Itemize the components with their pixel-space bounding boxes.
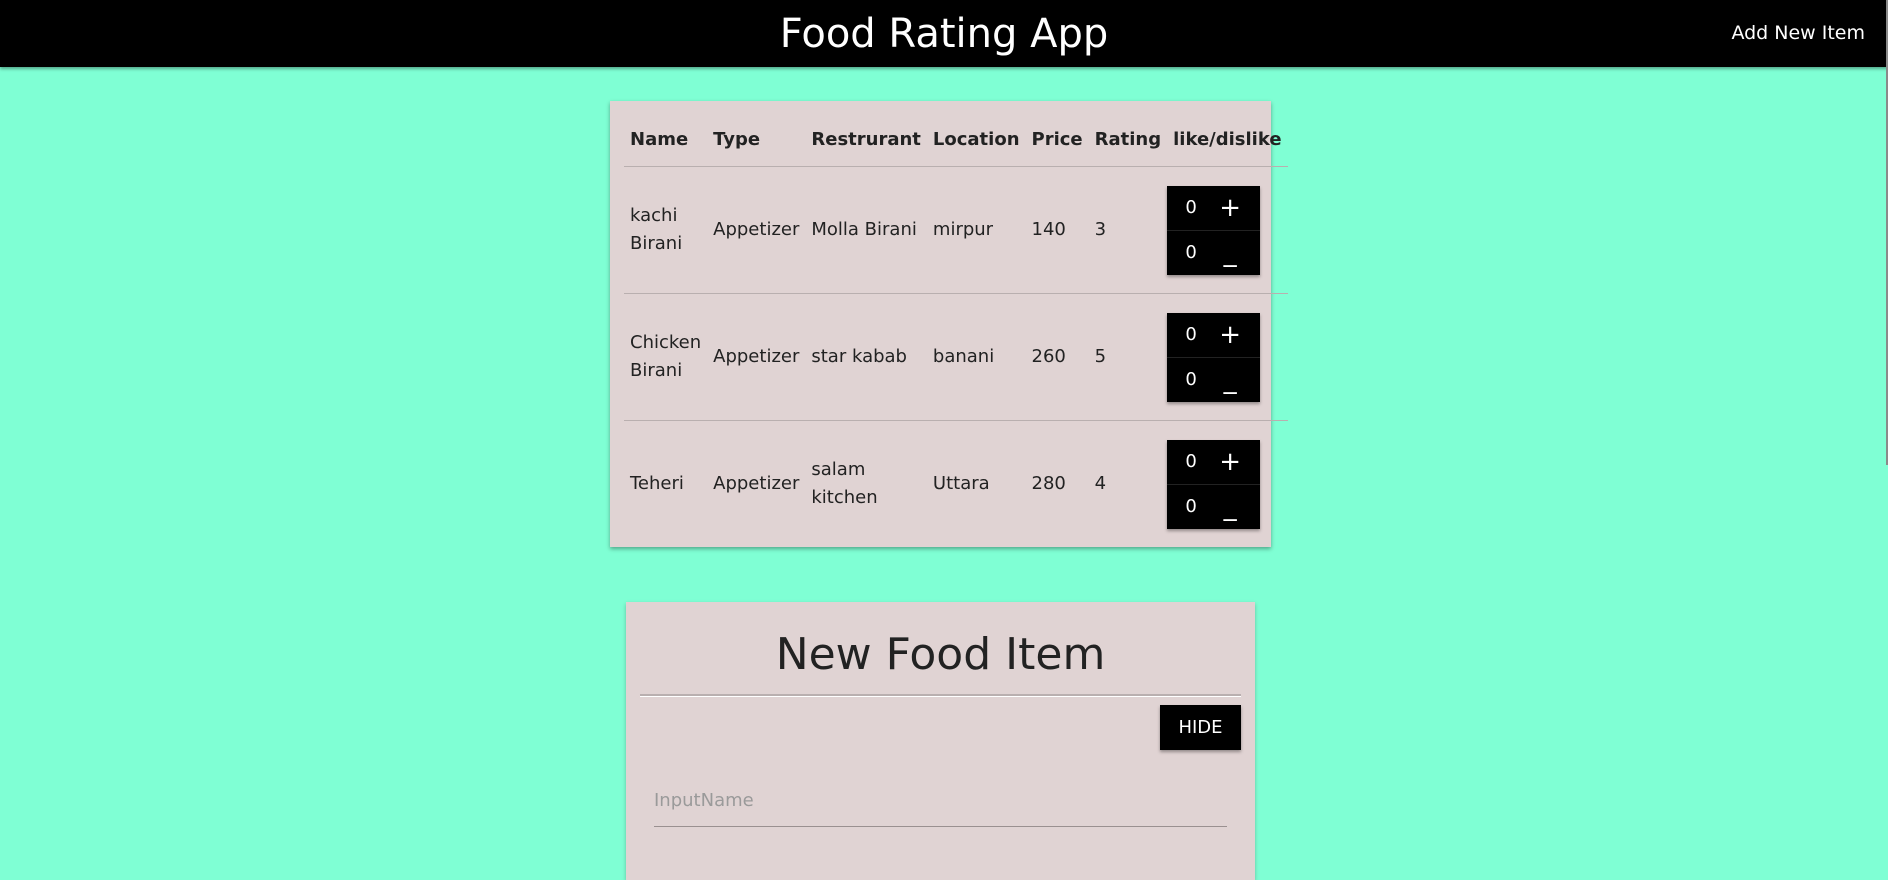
cell-type: Appetizer — [707, 293, 806, 421]
column-header-rating: Rating — [1088, 113, 1168, 167]
cell-rating: 5 — [1088, 293, 1168, 421]
form-title: New Food Item — [775, 629, 1106, 680]
like-count: 0 — [1185, 323, 1197, 345]
cell-rating: 4 — [1094, 473, 1107, 494]
cell-name: Chicken Birani — [624, 293, 708, 421]
like-button[interactable]: 0 + — [1167, 440, 1261, 485]
app-header: Food Rating App Add New Item — [0, 0, 1888, 67]
cell-rating: 3 — [1088, 166, 1168, 294]
dislike-button[interactable]: 0 _ — [1167, 231, 1260, 275]
cell-restaurant: Molla Birani — [805, 166, 927, 294]
plus-icon: + — [1219, 319, 1242, 350]
plus-icon: + — [1219, 446, 1242, 477]
table-header-row: Name Type Restrurant Location Price Rati… — [624, 113, 1288, 167]
new-food-form-card: New Food Item HIDE — [626, 602, 1255, 880]
cell-type: Appetizer — [707, 166, 806, 294]
like-button[interactable]: 0 + — [1167, 313, 1261, 358]
dislike-button[interactable]: 0 _ — [1167, 358, 1260, 402]
dislike-count: 0 — [1185, 368, 1197, 390]
column-header-like-dislike: like/dislike — [1167, 113, 1288, 167]
table-row: Chicken Birani Appetizer star kabab bana… — [624, 293, 1288, 421]
column-header-name: Name — [624, 113, 708, 167]
dislike-count: 0 — [1185, 495, 1197, 517]
plus-icon: + — [1219, 192, 1242, 223]
food-table: Name Type Restrurant Location Price Rati… — [624, 113, 1288, 547]
cell-like-dislike: 0 + 0 _ — [1167, 166, 1288, 294]
minus-icon: _ — [1223, 237, 1237, 268]
hide-button[interactable]: HIDE — [1160, 705, 1241, 750]
cell-name: Teheri — [630, 473, 684, 494]
column-header-price: Price — [1025, 113, 1089, 167]
cell-location: banani — [926, 293, 1026, 421]
like-count: 0 — [1185, 196, 1197, 218]
form-divider — [640, 694, 1241, 697]
cell-like-dislike: 0 + 0 _ — [1167, 293, 1288, 421]
column-header-location: Location — [926, 113, 1026, 167]
vote-box: 0 + 0 _ — [1167, 185, 1261, 275]
table-row: kachi Birani Appetizer Molla Birani mirp… — [624, 166, 1288, 294]
cell-location: mirpur — [926, 166, 1026, 294]
add-new-item-link[interactable]: Add New Item — [1731, 20, 1865, 46]
minus-icon: _ — [1223, 491, 1237, 522]
column-header-type: Type — [707, 113, 806, 167]
cell-like-dislike: 0 + 0 _ — [1167, 421, 1287, 548]
minus-icon: _ — [1223, 364, 1237, 395]
dislike-count: 0 — [1185, 241, 1197, 263]
cell-type: Appetizer — [713, 473, 800, 494]
vote-box: 0 + 0 _ — [1167, 312, 1261, 402]
cell-location: Uttara — [932, 473, 990, 494]
like-count: 0 — [1185, 450, 1197, 472]
dislike-button[interactable]: 0 _ — [1167, 485, 1260, 529]
name-input[interactable] — [654, 774, 1227, 827]
like-button[interactable]: 0 + — [1167, 186, 1261, 231]
cell-price: 140 — [1025, 166, 1089, 294]
cell-price: 280 — [1031, 473, 1066, 494]
cell-restaurant: star kabab — [805, 293, 927, 421]
table-row: Teheri Appetizer salam kitchen Uttara 28… — [624, 421, 1288, 548]
vote-box: 0 + 0 _ — [1167, 439, 1261, 529]
food-table-card: Name Type Restrurant Location Price Rati… — [610, 101, 1288, 547]
cell-restaurant: salam kitchen — [811, 459, 878, 508]
column-header-restaurant: Restrurant — [805, 113, 927, 167]
cell-price: 260 — [1025, 293, 1089, 421]
app-title: Food Rating App — [779, 11, 1109, 57]
cell-name: kachi Birani — [624, 166, 708, 294]
